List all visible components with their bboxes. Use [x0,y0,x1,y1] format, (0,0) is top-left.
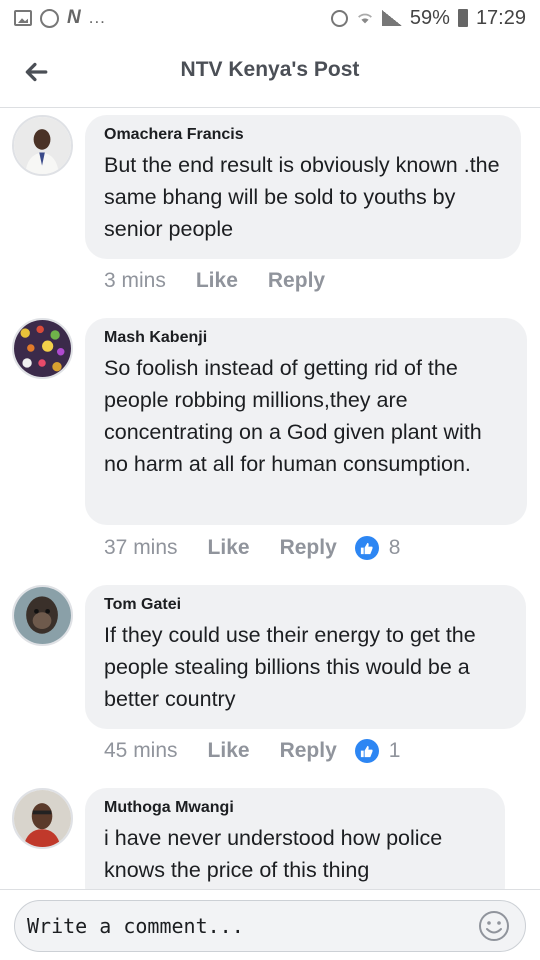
whatsapp-icon [40,8,59,28]
avatar[interactable] [12,585,73,646]
avatar[interactable] [12,115,73,176]
comment-actions: 45 mins Like Reply 1 [104,739,400,763]
comment-actions: 37 mins Like Reply 8 [104,536,400,560]
reply-button[interactable]: Reply [268,269,325,293]
comment-bubble[interactable]: Tom Gatei If they could use their energy… [85,585,526,729]
reply-button[interactable]: Reply [280,536,337,560]
battery-icon [457,9,468,27]
comment-composer [0,889,540,960]
comment-bubble[interactable]: Omachera Francis But the end result is o… [85,115,521,259]
avatar[interactable] [12,318,73,379]
comment-input[interactable] [14,900,526,952]
comment-bubble[interactable]: Muthoga Mwangi i have never understood h… [85,788,505,889]
reaction-count: 8 [388,536,401,559]
comment-text: But the end result is obviously known .t… [104,153,500,241]
avatar[interactable] [12,788,73,849]
comment-list[interactable]: Omachera Francis But the end result is o… [0,109,540,889]
like-button[interactable]: Like [196,269,238,293]
comment-text: If they could use their energy to get th… [104,623,476,711]
comment-author[interactable]: Tom Gatei [104,596,508,614]
reaction-summary[interactable]: 8 [354,536,401,560]
alarm-icon [330,9,348,27]
status-bar: N ... 59% 17:29 [0,0,540,36]
more-dots-icon: ... [88,8,106,27]
comment-text: i have never understood how police knows… [104,826,443,882]
comment-time[interactable]: 3 mins [104,269,166,293]
comment-author[interactable]: Mash Kabenji [104,329,509,347]
post-header: NTV Kenya's Post [0,36,540,108]
clock: 17:29 [475,6,526,29]
signal-icon [381,10,402,26]
reaction-count: 1 [388,739,401,762]
thumbs-up-icon [354,536,379,560]
comment-time[interactable]: 45 mins [104,739,178,763]
comment-actions: 3 mins Like Reply [104,269,343,293]
reaction-summary[interactable]: 1 [354,739,401,763]
n-icon: N [67,7,81,28]
thumbs-up-icon [354,739,379,763]
page-title: NTV Kenya's Post [180,58,360,81]
comment-bubble[interactable]: Mash Kabenji So foolish instead of getti… [85,318,527,525]
wifi-icon [356,10,374,26]
battery-percent: 59% [409,6,450,29]
smiley-icon[interactable] [478,910,510,942]
reply-button[interactable]: Reply [280,739,337,763]
comment-text: So foolish instead of getting rid of the… [104,356,482,476]
comment-time[interactable]: 37 mins [104,536,178,560]
gallery-icon [14,10,32,26]
comment-author[interactable]: Omachera Francis [104,126,503,144]
like-button[interactable]: Like [208,536,250,560]
comment-author[interactable]: Muthoga Mwangi [104,799,487,817]
like-button[interactable]: Like [208,739,250,763]
